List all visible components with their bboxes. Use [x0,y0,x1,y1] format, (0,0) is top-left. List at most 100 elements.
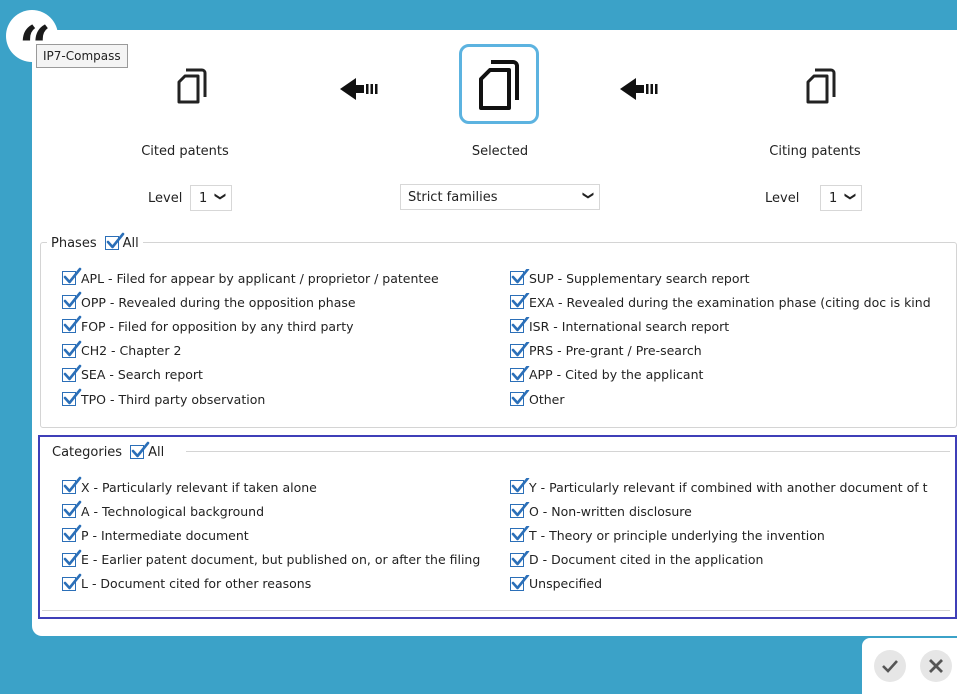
confirm-button[interactable] [874,650,906,682]
action-bar [862,638,957,694]
phase-checkbox[interactable] [510,269,530,285]
phase-item[interactable]: CH2 - Chapter 2 [62,340,182,360]
category-item[interactable]: O - Non-written disclosure [510,502,950,520]
cited-level-value: 1 [199,190,208,206]
category-checkbox[interactable] [510,526,530,543]
categories-all-label: All [148,444,165,460]
phase-item[interactable]: FOP - Filed for opposition by any third … [62,316,354,335]
phase-label: EXA - Revealed during the examination ph… [529,294,931,310]
phase-label: SUP - Supplementary search report [529,270,750,286]
phase-item[interactable]: PRS - Pre-grant / Pre-search [510,341,950,360]
chevron-down-icon: ❯ [581,190,595,201]
chevron-down-icon: ❯ [843,191,857,202]
citing-level-select[interactable]: 1 ❯ [820,185,862,211]
category-label: T - Theory or principle underlying the i… [529,527,825,543]
tooltip: IP7-Compass [36,44,128,68]
category-checkbox[interactable] [510,574,530,591]
phase-checkbox[interactable] [62,316,82,334]
category-checkbox[interactable] [62,500,82,519]
phase-label: SEA - Search report [81,367,203,383]
phase-label: CH2 - Chapter 2 [81,343,182,359]
phase-checkbox[interactable] [510,317,530,334]
cancel-button[interactable] [920,650,952,682]
category-item[interactable]: P - Intermediate document [62,525,249,544]
close-icon [929,659,943,673]
chevron-down-icon: ❯ [213,191,227,202]
phase-checkbox[interactable] [510,390,530,406]
citing-patents-icon[interactable] [803,66,839,106]
phase-label: APL - Filed for appear by applicant / pr… [81,270,439,286]
family-select[interactable]: Strict families ❯ [400,184,600,210]
phase-label: ISR - International search report [529,318,730,334]
category-label: Unspecified [529,576,603,592]
category-checkbox[interactable] [62,476,82,494]
category-label: X - Particularly relevant if taken alone [81,479,317,495]
phase-item[interactable]: APP - Cited by the applicant [510,365,950,384]
selected-patents-icon [479,60,519,110]
cited-level-select[interactable]: 1 ❯ [190,185,232,211]
category-item[interactable]: A - Technological background [62,500,265,520]
category-item[interactable]: T - Theory or principle underlying the i… [510,526,950,544]
phase-item[interactable]: Other [510,390,950,408]
phase-checkbox[interactable] [62,291,82,310]
selected-label: Selected [471,144,529,159]
citing-level-label: Level [765,191,800,206]
phase-checkbox[interactable] [62,388,82,406]
categories-legend: Categories All [48,441,169,463]
citing-level-value: 1 [829,190,838,206]
phase-label: TPO - Third party observation [81,391,266,407]
phase-checkbox[interactable] [62,267,82,285]
phases-legend: Phases All [47,232,143,254]
phase-checkbox[interactable] [62,340,82,358]
family-select-value: Strict families [408,189,498,205]
cited-level-label: Level [148,191,183,206]
phase-checkbox[interactable] [62,364,82,382]
category-label: Y - Particularly relevant if combined wi… [529,479,928,495]
phase-item[interactable]: SEA - Search report [62,364,203,384]
category-item[interactable]: D - Document cited in the application [510,550,950,569]
categories-all-checkbox[interactable] [130,441,150,459]
category-label: E - Earlier patent document, but publish… [81,552,481,568]
phase-label: Other [529,391,565,407]
phases-title: Phases [51,235,97,251]
category-item[interactable]: Unspecified [510,574,950,593]
phase-label: FOP - Filed for opposition by any third … [81,318,354,334]
category-checkbox[interactable] [62,525,82,543]
phase-checkbox[interactable] [510,341,530,358]
category-item[interactable]: Y - Particularly relevant if combined wi… [510,478,950,496]
category-checkbox[interactable] [510,550,530,567]
cited-patents-icon[interactable] [174,66,210,106]
phase-item[interactable]: ISR - International search report [510,317,950,335]
phase-item[interactable]: TPO - Third party observation [62,388,266,408]
cited-patents-label: Cited patents [141,144,229,159]
check-icon [882,660,898,673]
category-item[interactable]: L - Document cited for other reasons [62,573,312,593]
phase-label: OPP - Revealed during the opposition pha… [81,294,356,310]
category-label: O - Non-written disclosure [529,503,692,519]
phase-item[interactable]: EXA - Revealed during the examination ph… [510,293,950,311]
category-label: L - Document cited for other reasons [81,576,312,592]
categories-title: Categories [52,444,123,460]
phase-label: APP - Cited by the applicant [529,367,704,383]
phase-item[interactable]: OPP - Revealed during the opposition pha… [62,291,356,311]
phase-item[interactable]: APL - Filed for appear by applicant / pr… [62,267,439,287]
category-checkbox[interactable] [510,478,530,494]
phase-label: PRS - Pre-grant / Pre-search [529,343,702,359]
category-label: D - Document cited in the application [529,552,764,568]
category-checkbox[interactable] [62,573,82,591]
category-checkbox[interactable] [62,549,82,567]
citing-patents-label: Citing patents [769,144,861,159]
category-checkbox[interactable] [510,502,530,519]
phase-checkbox[interactable] [510,365,530,382]
phase-checkbox[interactable] [510,293,530,310]
arrow-left-icon [340,78,378,100]
category-item[interactable]: X - Particularly relevant if taken alone [62,476,317,496]
categories-bottom-divider [42,610,950,611]
category-label: P - Intermediate document [81,527,249,543]
phases-all-label: All [122,235,139,251]
category-label: A - Technological background [81,503,265,519]
arrow-left-icon [620,78,658,100]
category-item[interactable]: E - Earlier patent document, but publish… [62,549,481,569]
phase-item[interactable]: SUP - Supplementary search report [510,269,950,287]
phases-all-checkbox[interactable] [104,232,124,250]
